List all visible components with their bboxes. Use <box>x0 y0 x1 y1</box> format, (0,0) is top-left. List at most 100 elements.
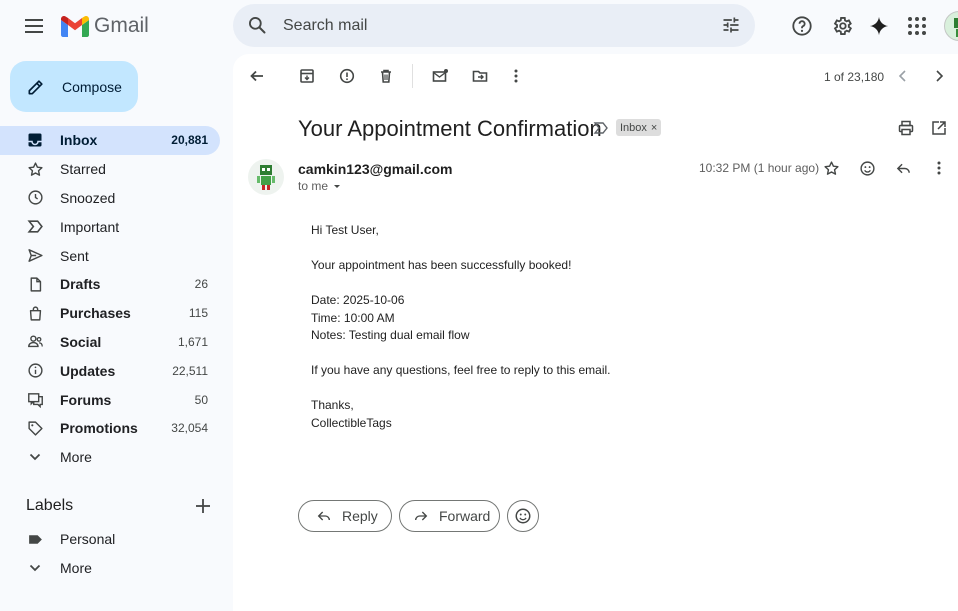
label-item-text: Personal <box>60 531 116 548</box>
body-line: CollectibleTags <box>311 415 392 430</box>
sidebar-item-label: Snoozed <box>60 189 116 206</box>
search-options-icon[interactable] <box>721 15 741 35</box>
move-to-button[interactable] <box>471 67 489 85</box>
gear-icon <box>833 17 853 35</box>
chevron-left-icon <box>898 70 906 82</box>
delete-button[interactable] <box>377 67 395 85</box>
sidebar-item-important[interactable]: Important <box>0 212 220 241</box>
sidebar-item-label: Purchases <box>60 305 131 322</box>
report-icon <box>339 68 355 84</box>
reply-button[interactable]: Reply <box>298 500 392 532</box>
label-item-more[interactable]: More <box>0 554 220 583</box>
sidebar-item-snoozed[interactable]: Snoozed <box>0 184 220 213</box>
mark-unread-icon <box>432 69 448 82</box>
sidebar-item-updates[interactable]: Updates 22,511 <box>0 356 220 385</box>
importance-marker[interactable] <box>593 120 609 141</box>
robot-avatar-icon <box>257 165 275 190</box>
open-in-new-icon <box>932 121 946 135</box>
mark-unread-button[interactable] <box>431 67 449 85</box>
sender-email[interactable]: camkin123@gmail.com <box>298 161 453 177</box>
reply-icon-button[interactable] <box>894 159 912 177</box>
pencil-icon <box>28 79 43 94</box>
labels-list: Personal More <box>0 525 220 583</box>
trash-icon <box>381 69 391 83</box>
sidebar-item-promotions[interactable]: Promotions 32,054 <box>0 414 220 443</box>
settings-button[interactable] <box>829 13 855 39</box>
search-icon[interactable] <box>247 15 267 35</box>
search-bar[interactable]: Search mail <box>233 4 755 47</box>
unread-count: 115 <box>188 306 208 321</box>
send-icon <box>26 247 44 265</box>
apps-button[interactable] <box>904 13 930 39</box>
search-input[interactable]: Search mail <box>283 17 367 35</box>
forward-label: Forward <box>439 508 491 524</box>
emoji-reaction-button[interactable] <box>858 159 876 177</box>
older-button[interactable] <box>930 67 948 85</box>
more-vert-icon <box>937 161 941 175</box>
hamburger-icon <box>25 19 43 33</box>
sidebar-item-label: Starred <box>60 161 106 178</box>
unread-count: 32,054 <box>171 421 208 436</box>
sidebar-item-starred[interactable]: Starred <box>0 155 220 184</box>
body-line: Thanks, <box>311 398 354 412</box>
body-line: Hi Test User, <box>311 223 379 237</box>
label-item-personal[interactable]: Personal <box>0 525 220 554</box>
recipient-details[interactable]: to me <box>298 179 342 193</box>
sidebar-item-label: Social <box>60 333 102 350</box>
robot-avatar-icon <box>954 18 958 37</box>
main-menu-button[interactable] <box>21 12 49 40</box>
sidebar-item-drafts[interactable]: Drafts 26 <box>0 270 220 299</box>
archive-button[interactable] <box>298 67 316 85</box>
compose-button[interactable]: Compose <box>10 61 138 112</box>
emoji-react-button[interactable] <box>507 500 539 532</box>
sidebar-item-social[interactable]: Social 1,671 <box>0 328 220 357</box>
account-avatar[interactable] <box>944 11 958 41</box>
inbox-icon <box>26 131 44 149</box>
clock-icon <box>26 189 44 207</box>
unread-count: 22,511 <box>172 363 208 378</box>
purchases-icon <box>26 304 44 322</box>
report-spam-button[interactable] <box>338 67 356 85</box>
forward-button[interactable]: Forward <box>399 500 500 532</box>
badge-label: Inbox <box>620 121 647 134</box>
sidebar-item-label: Updates <box>60 362 116 379</box>
sidebar-item-label: Sent <box>60 247 89 264</box>
more-actions-button[interactable] <box>507 67 525 85</box>
recipient-text: to me <box>298 179 329 193</box>
sidebar-item-label: More <box>60 449 92 466</box>
social-icon <box>26 333 44 351</box>
sender-avatar[interactable] <box>248 159 284 195</box>
chevron-right-icon <box>936 70 944 82</box>
sidebar-item-label: Promotions <box>60 420 138 437</box>
help-button[interactable] <box>789 13 815 39</box>
gmail-logo[interactable]: Gmail <box>61 14 149 38</box>
caret-down-icon <box>334 185 341 188</box>
sidebar-item-purchases[interactable]: Purchases 115 <box>0 299 220 328</box>
body-spacer <box>311 275 611 293</box>
email-body: Hi Test User, Your appointment has been s… <box>311 222 611 432</box>
body-spacer <box>311 240 611 258</box>
sidebar-item-sent[interactable]: Sent <box>0 241 220 270</box>
remove-label-icon[interactable]: × <box>651 122 657 134</box>
reply-icon <box>896 163 910 173</box>
add-label-button[interactable] <box>194 497 212 520</box>
open-new-window-button[interactable] <box>930 119 948 137</box>
body-line: Time: 10:00 AM <box>311 310 395 325</box>
apps-grid-icon <box>908 17 926 35</box>
message-more-button[interactable] <box>930 159 948 177</box>
chevron-down-icon <box>26 559 44 577</box>
help-icon <box>792 16 812 36</box>
sidebar-item-more[interactable]: More <box>0 443 220 472</box>
unread-count: 50 <box>194 392 208 407</box>
sidebar-item-inbox[interactable]: Inbox 20,881 <box>0 126 220 155</box>
newer-button[interactable] <box>894 67 912 85</box>
star-button[interactable] <box>822 159 840 177</box>
app-name: Gmail <box>94 14 149 37</box>
gemini-button[interactable] <box>866 13 892 39</box>
back-button[interactable] <box>248 67 266 85</box>
sidebar-item-forums[interactable]: Forums 50 <box>0 385 220 414</box>
print-button[interactable] <box>897 119 915 137</box>
sidebar-item-label: Drafts <box>60 276 101 293</box>
body-spacer <box>311 345 611 363</box>
print-icon <box>898 120 914 136</box>
